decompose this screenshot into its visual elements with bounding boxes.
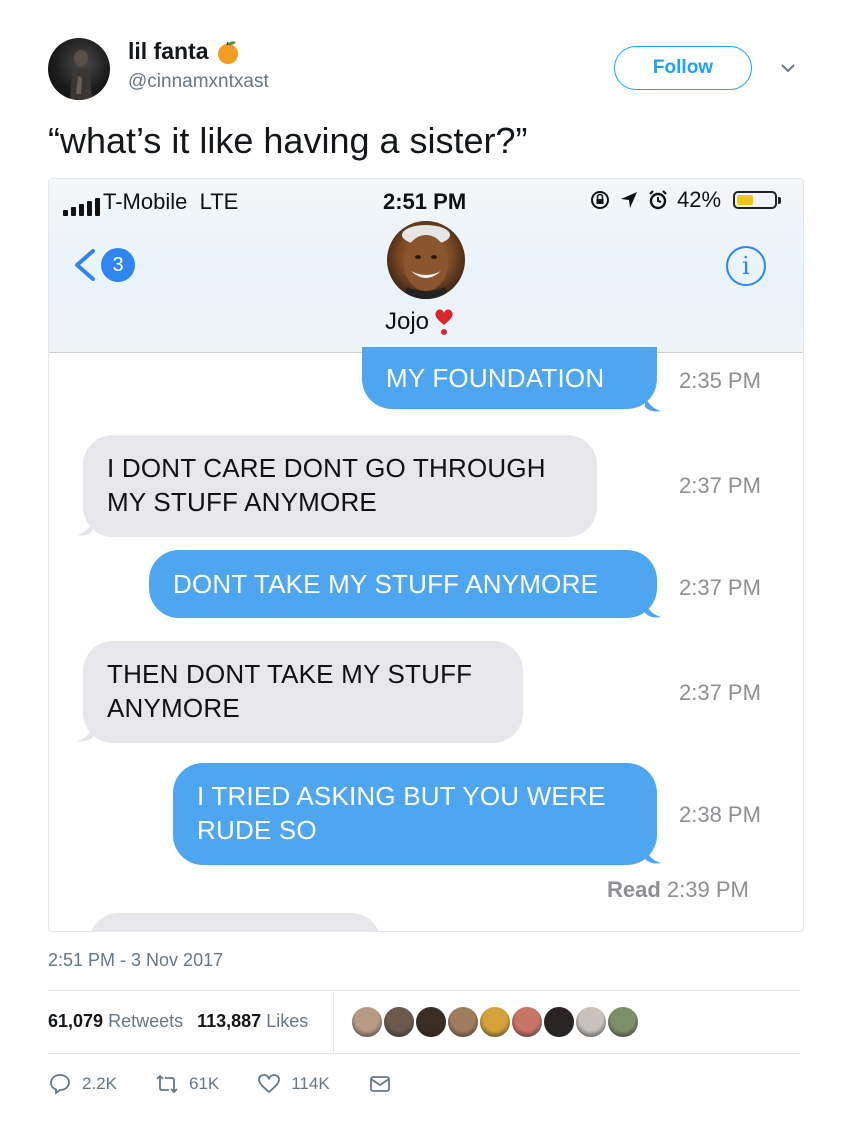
imessage-header: T-Mobile LTE 2:51 PM 42% 3 Jojo i [49, 179, 803, 353]
contact-avatar[interactable] [387, 221, 465, 299]
status-time: 2:51 PM [383, 189, 467, 214]
liker-avatar[interactable] [382, 1005, 416, 1039]
status-right: 42% [589, 187, 782, 213]
alarm-icon [649, 190, 667, 210]
tweet-actions: 2.2K 61K 114K [48, 1072, 430, 1096]
engagement-stats[interactable]: 61,079 Retweets 113,887 Likes [48, 1011, 308, 1032]
bubble-tail [77, 723, 93, 742]
liker-avatars[interactable] [350, 1005, 640, 1039]
liker-avatar[interactable] [446, 1005, 480, 1039]
location-arrow-icon [621, 192, 637, 208]
retweet-icon [156, 1074, 178, 1094]
reply-button[interactable]: 2.2K [48, 1072, 117, 1096]
attached-image[interactable]: T-Mobile LTE 2:51 PM 42% 3 Jojo i MY FOU… [48, 178, 804, 932]
direct-message-button[interactable] [368, 1072, 392, 1096]
message-bubble-received-partial[interactable] [89, 913, 381, 931]
divider [333, 992, 334, 1054]
liker-avatar[interactable] [574, 1005, 608, 1039]
bubble-tail [645, 599, 661, 618]
carrier-label: T-Mobile LTE [103, 189, 239, 214]
message-time: 2:37 PM [679, 575, 761, 600]
signal-strength-icon [63, 198, 100, 216]
author-name-row[interactable]: lil fanta [128, 38, 241, 65]
envelope-icon [369, 1076, 390, 1092]
tweet-text: “what’s it like having a sister?” [48, 120, 528, 161]
message-bubble-sent[interactable]: I TRIED ASKING BUT YOU WERE RUDE SO [173, 763, 657, 865]
unread-count-badge: 3 [101, 248, 135, 282]
heart-icon [258, 1074, 281, 1094]
back-button[interactable]: 3 [71, 247, 135, 283]
author-name[interactable]: lil fanta [128, 38, 209, 65]
author-handle[interactable]: @cinnamxntxast [128, 71, 269, 93]
divider [48, 1053, 800, 1054]
liker-avatar[interactable] [478, 1005, 512, 1039]
read-receipt: Read 2:39 PM [607, 877, 749, 902]
message-time: 2:37 PM [679, 473, 761, 498]
divider [48, 990, 800, 991]
chevron-left-icon [75, 249, 95, 281]
retweet-button[interactable]: 61K [155, 1072, 219, 1096]
message-thread: MY FOUNDATION 2:35 PM I DONT CARE DONT G… [49, 347, 803, 931]
heart-exclamation-icon [435, 309, 453, 335]
rotation-lock-icon [591, 191, 609, 209]
message-bubble-received[interactable]: THEN DONT TAKE MY STUFF ANYMORE [83, 641, 523, 743]
orange-emoji-icon [217, 40, 238, 64]
liker-avatar[interactable] [414, 1005, 448, 1039]
battery-percent: 42% [677, 187, 722, 212]
tweet-date[interactable]: 2:51 PM - 3 Nov 2017 [48, 950, 223, 971]
message-bubble-sent[interactable]: MY FOUNDATION [362, 347, 657, 409]
chevron-down-icon[interactable] [778, 58, 798, 78]
message-bubble-sent[interactable]: DONT TAKE MY STUFF ANYMORE [149, 550, 657, 618]
reply-icon [50, 1074, 70, 1095]
liker-avatar[interactable] [350, 1005, 384, 1039]
message-time: 2:35 PM [679, 368, 761, 393]
info-button[interactable]: i [726, 246, 766, 286]
liker-avatar[interactable] [542, 1005, 576, 1039]
retweets-stat[interactable]: 61,079 Retweets [48, 1011, 183, 1032]
battery-icon [733, 191, 782, 209]
contact-name[interactable]: Jojo [385, 307, 455, 337]
bubble-tail [77, 517, 93, 536]
status-bar: T-Mobile LTE 2:51 PM 42% [49, 187, 803, 219]
liker-avatar[interactable] [510, 1005, 544, 1039]
message-time: 2:38 PM [679, 802, 761, 827]
like-button[interactable]: 114K [257, 1072, 330, 1096]
message-time: 2:37 PM [679, 680, 761, 705]
follow-button[interactable]: Follow [614, 46, 752, 90]
liker-avatar[interactable] [606, 1005, 640, 1039]
author-avatar[interactable] [48, 38, 110, 100]
likes-stat[interactable]: 113,887 Likes [197, 1011, 308, 1032]
bubble-tail [645, 845, 661, 864]
bubble-tail [645, 393, 661, 412]
message-bubble-received[interactable]: I DONT CARE DONT GO THROUGH MY STUFF ANY… [83, 435, 597, 537]
